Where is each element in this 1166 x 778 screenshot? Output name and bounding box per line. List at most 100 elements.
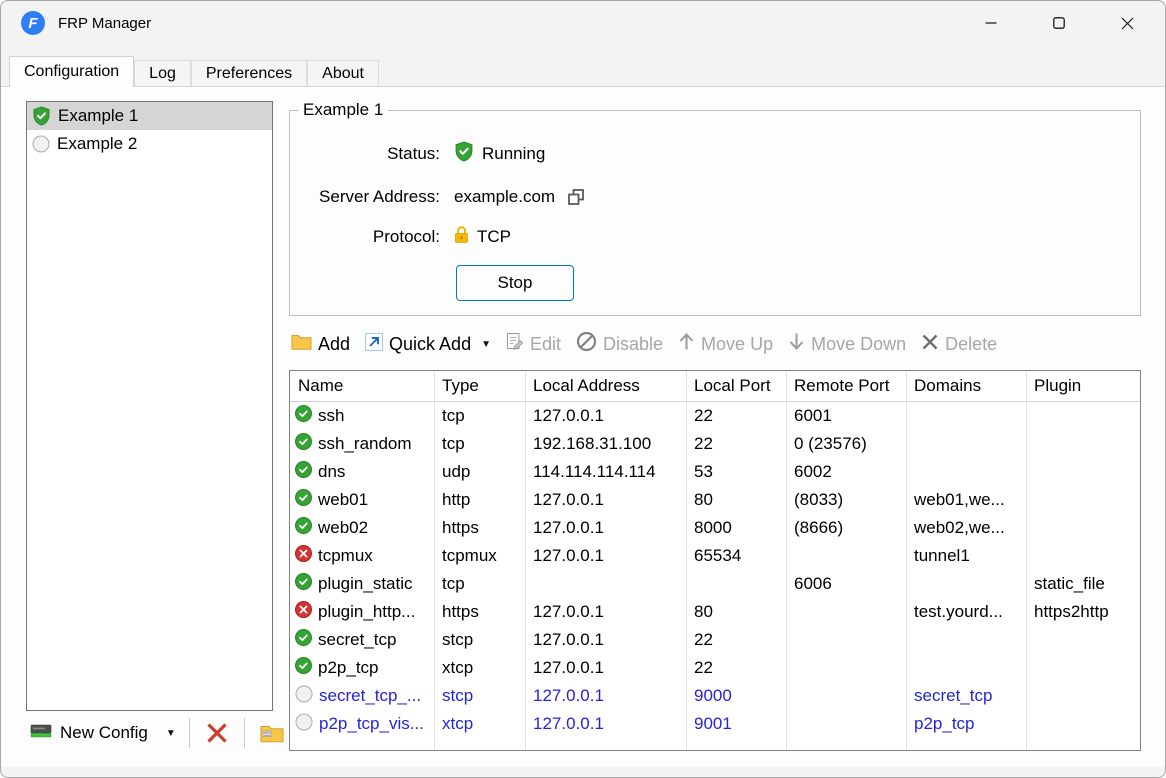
edit-proxy-button[interactable]: Edit (506, 332, 561, 356)
column-header[interactable]: Domains (906, 376, 1026, 396)
proxy-name: p2p_tcp (318, 658, 379, 678)
column-header[interactable]: Plugin (1026, 376, 1140, 396)
column-header[interactable]: Local Address (525, 376, 686, 396)
add-proxy-button[interactable]: Add (291, 333, 350, 355)
table-row[interactable]: plugin_statictcp6006static_file (290, 570, 1140, 598)
config-list: Example 1 Example 2 (26, 101, 273, 711)
green-shield-icon (32, 106, 51, 126)
quick-add-button[interactable]: Quick Add ▼ (365, 333, 491, 356)
table-row[interactable]: p2p_tcp_vis...xtcp127.0.0.19001p2p_tcp (290, 710, 1140, 738)
table-row[interactable]: secret_tcpstcp127.0.0.122 (290, 626, 1140, 654)
table-row[interactable]: web01http127.0.0.180(8033)web01,we... (290, 486, 1140, 514)
table-row[interactable]: ssh_randomtcp192.168.31.100220 (23576) (290, 430, 1140, 458)
green-check-icon (295, 657, 312, 679)
config-actions-bar: New Config ▼ (26, 715, 290, 751)
minimize-button[interactable] (957, 1, 1025, 45)
table-row[interactable]: web02https127.0.0.18000(8666)web02,we... (290, 514, 1140, 542)
table-row[interactable]: dnsudp114.114.114.114536002 (290, 458, 1140, 486)
cell-local-address: 127.0.0.1 (525, 490, 686, 510)
move-down-button[interactable]: Move Down (788, 332, 906, 356)
close-icon (1121, 17, 1134, 30)
move-up-label: Move Up (701, 334, 773, 355)
table-row[interactable]: p2p_tcpxtcp127.0.0.122 (290, 654, 1140, 682)
cell-type: http (434, 490, 525, 510)
tab-label: About (322, 65, 364, 83)
column-header[interactable]: Type (434, 376, 525, 396)
delete-config-button[interactable] (199, 717, 235, 749)
proxy-name: secret_tcp_... (319, 686, 421, 706)
quick-add-label: Quick Add (389, 334, 471, 355)
app-window: F FRP Manager ConfigurationLogPreference… (0, 0, 1166, 778)
protocol-row: Protocol: TCP (290, 224, 1140, 250)
copy-icon (567, 188, 585, 206)
proxy-name: plugin_static (318, 574, 413, 594)
green-check-icon (295, 489, 312, 511)
column-header[interactable]: Local Port (686, 376, 786, 396)
tab-label: Configuration (24, 63, 119, 81)
protocol-value: TCP (477, 227, 511, 247)
red-x-icon (295, 601, 312, 623)
table-row[interactable]: tcpmuxtcpmux127.0.0.165534tunnel1 (290, 542, 1140, 570)
gray-circle-icon (295, 713, 313, 736)
tab-label: Log (149, 65, 176, 83)
status-row: Status: Running (290, 141, 1140, 167)
cell-domains: secret_tcp (906, 686, 1026, 706)
disable-icon (576, 331, 597, 357)
cell-local-address: 127.0.0.1 (525, 602, 686, 622)
proxy-name: web02 (318, 518, 368, 538)
cell-type: xtcp (434, 714, 525, 734)
column-header[interactable]: Name (290, 376, 434, 396)
status-value: Running (482, 144, 545, 164)
app-logo-icon: F (21, 11, 45, 35)
gray-circle-icon (32, 135, 50, 153)
config-list-item[interactable]: Example 1 (27, 102, 272, 130)
cell-plugin: https2http (1026, 602, 1140, 622)
table-row[interactable]: sshtcp127.0.0.1226001 (290, 402, 1140, 430)
cell-local-address: 127.0.0.1 (525, 686, 686, 706)
proxy-name: dns (318, 462, 345, 482)
divider (189, 718, 190, 748)
status-running-icon (454, 141, 474, 167)
new-config-button[interactable]: New Config ▼ (26, 719, 180, 747)
close-button[interactable] (1093, 1, 1161, 45)
tab-preferences[interactable]: Preferences (191, 60, 307, 87)
cell-domains: test.yourd... (906, 602, 1026, 622)
zip-folder-icon (260, 724, 284, 743)
config-name: Example 1 (58, 106, 138, 126)
chevron-down-icon: ▼ (166, 728, 176, 739)
cell-plugin: static_file (1026, 574, 1140, 594)
cell-remote-port: (8033) (786, 490, 906, 510)
open-config-folder-button[interactable] (254, 717, 290, 749)
delete-proxy-button[interactable]: Delete (921, 333, 997, 356)
config-list-item[interactable]: Example 2 (27, 130, 272, 158)
tab-configuration[interactable]: Configuration (9, 56, 134, 87)
table-row[interactable]: plugin_http...https127.0.0.180test.yourd… (290, 598, 1140, 626)
folder-icon (291, 333, 312, 355)
cell-local-port: 22 (686, 406, 786, 426)
cell-local-port: 9000 (686, 686, 786, 706)
cell-domains: web01,we... (906, 490, 1026, 510)
cell-local-address: 127.0.0.1 (525, 630, 686, 650)
table-row[interactable]: secret_tcp_... stcp127.0.0.19000 secret_tc… (290, 682, 1140, 710)
disable-proxy-button[interactable]: Disable (576, 331, 663, 357)
x-icon (921, 333, 939, 356)
arrow-up-icon (678, 332, 695, 356)
edit-label: Edit (530, 334, 561, 355)
maximize-button[interactable] (1025, 1, 1093, 45)
add-label: Add (318, 334, 350, 355)
cell-local-address: 114.114.114.114 (525, 462, 686, 482)
column-header[interactable]: Remote Port (786, 376, 906, 396)
cell-type: tcpmux (434, 546, 525, 566)
server-address-label: Server Address: (290, 187, 440, 207)
cell-type: stcp (434, 686, 525, 706)
tab-about[interactable]: About (307, 60, 379, 87)
move-up-button[interactable]: Move Up (678, 332, 773, 356)
copy-address-button[interactable] (567, 188, 585, 206)
stop-button[interactable]: Stop (456, 265, 574, 301)
window-controls (957, 1, 1161, 45)
tab-log[interactable]: Log (134, 60, 191, 87)
cell-local-port: 22 (686, 434, 786, 454)
cell-local-address: 127.0.0.1 (525, 714, 686, 734)
proxy-table-header: NameTypeLocal AddressLocal PortRemote Po… (290, 371, 1140, 402)
proxy-table: NameTypeLocal AddressLocal PortRemote Po… (289, 370, 1141, 751)
